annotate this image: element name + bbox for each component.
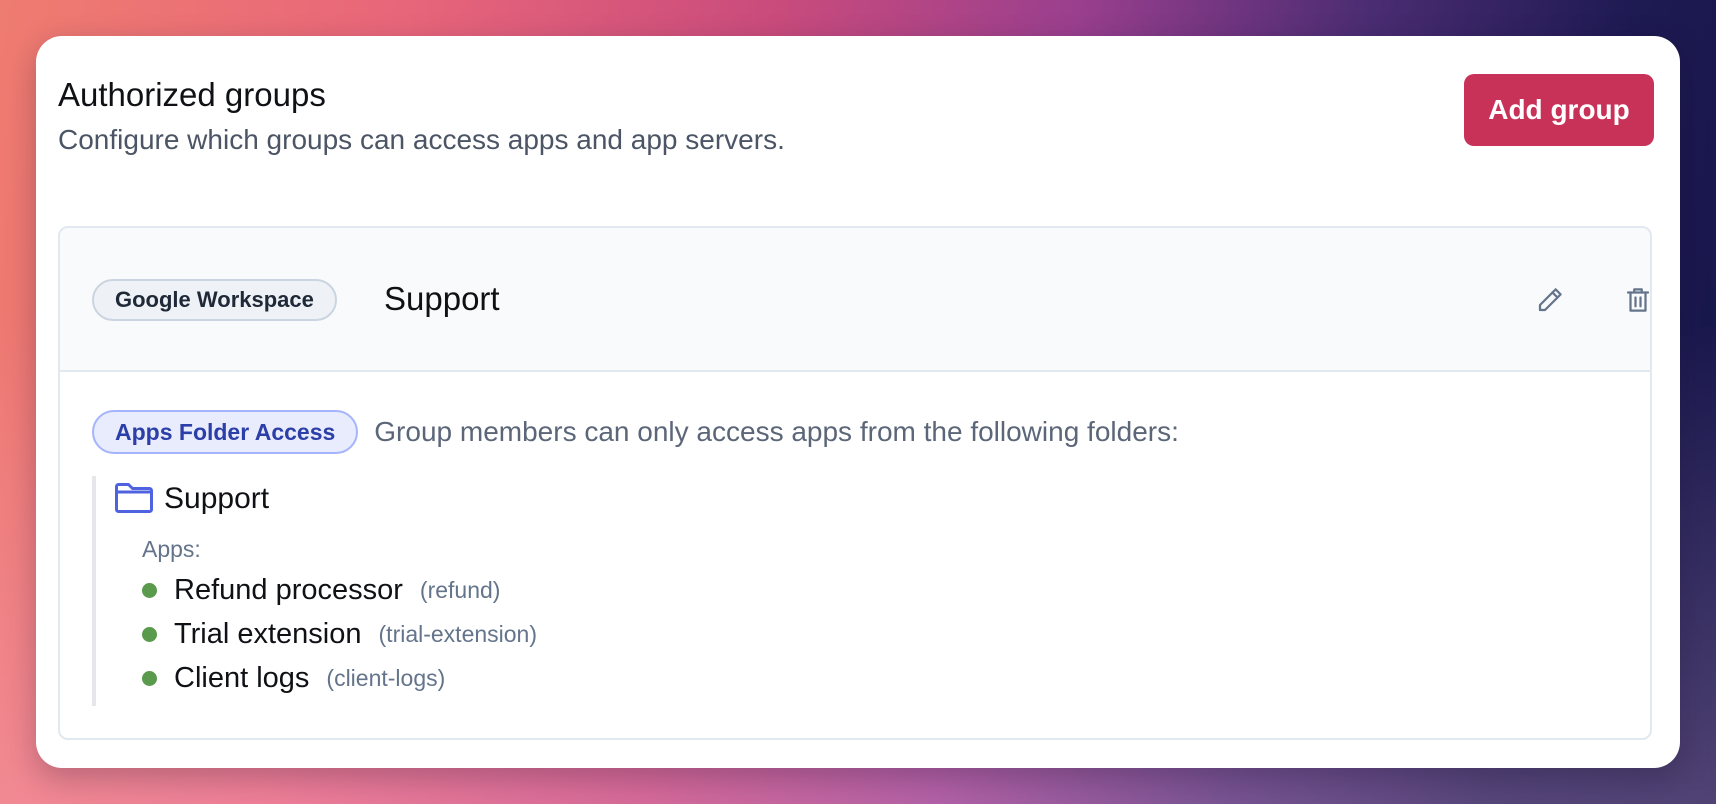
app-slug: (refund) <box>419 577 501 603</box>
page-subtitle: Configure which groups can access apps a… <box>58 124 785 155</box>
folder-name: Support <box>164 482 270 515</box>
app-slug: (client-logs) <box>326 665 446 691</box>
access-row: Apps Folder Access Group members can onl… <box>92 410 1179 454</box>
app-slug: (trial-extension) <box>378 621 538 647</box>
group-panel: Google Workspace Support Apps Folder Acc… <box>58 226 1652 740</box>
group-header: Google Workspace Support <box>60 228 1650 372</box>
status-dot-icon <box>142 671 157 686</box>
authorized-groups-card: Authorized groups Configure which groups… <box>36 36 1680 768</box>
delete-group-button[interactable] <box>1614 276 1650 324</box>
page-title: Authorized groups <box>58 76 326 113</box>
folder-section: Support Apps: Refund processor (refund) … <box>92 476 696 706</box>
folder-icon <box>114 482 154 514</box>
provider-badge: Google Workspace <box>92 279 337 321</box>
trash-icon <box>1623 285 1650 315</box>
access-description: Group members can only access apps from … <box>374 416 1179 447</box>
status-dot-icon <box>142 583 157 598</box>
pencil-icon <box>1535 285 1565 315</box>
apps-label: Apps: <box>142 536 201 562</box>
app-list-item: Client logs (client-logs) <box>142 662 445 695</box>
add-group-button[interactable]: Add group <box>1464 74 1654 146</box>
app-name: Client logs <box>174 662 310 694</box>
group-name: Support <box>384 280 500 317</box>
status-dot-icon <box>142 627 157 642</box>
edit-group-button[interactable] <box>1526 276 1574 324</box>
app-list-item: Refund processor (refund) <box>142 574 500 607</box>
app-name: Refund processor <box>174 574 403 606</box>
access-type-badge: Apps Folder Access <box>92 410 359 454</box>
app-name: Trial extension <box>174 618 362 650</box>
app-list-item: Trial extension (trial-extension) <box>142 618 537 651</box>
